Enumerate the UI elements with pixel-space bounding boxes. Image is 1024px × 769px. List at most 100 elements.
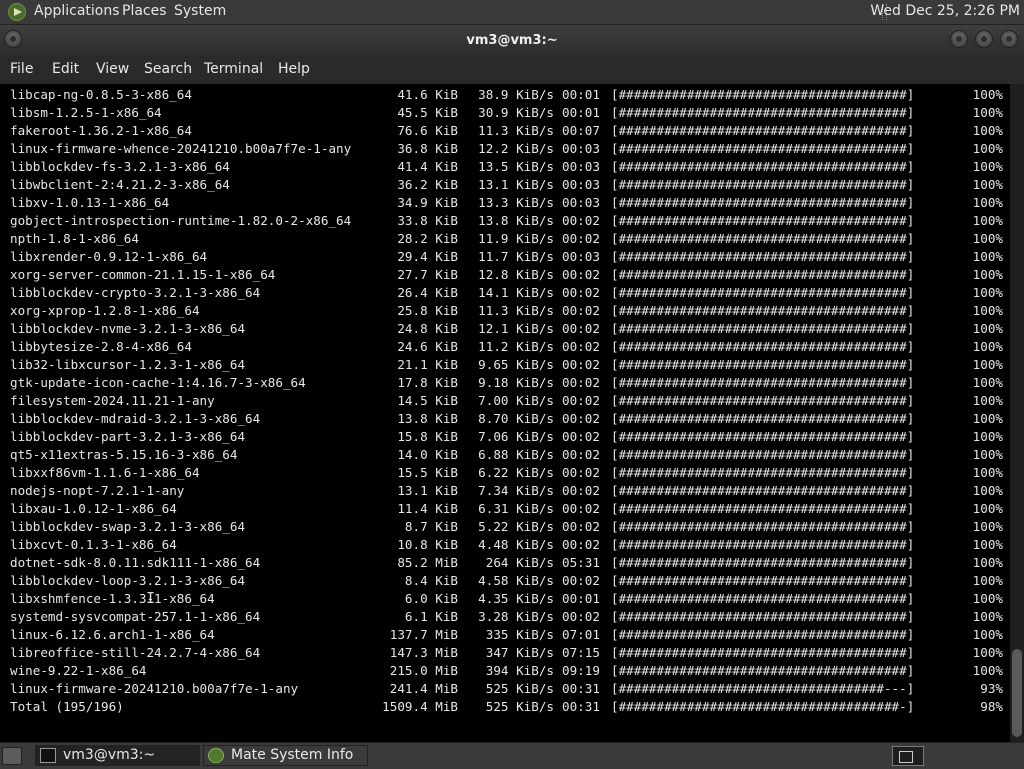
download-size: 241.4 MiB [389,681,458,696]
elapsed-time: 00:02 [562,519,600,534]
package-name: libblockdev-swap-3.2.1-3-x86_64 [10,519,246,534]
progress-bar: [######################################] [611,195,915,210]
progress-bar: [######################################] [611,357,915,372]
progress-percent: 100% [972,393,1003,408]
progress-percent: 100% [972,537,1003,552]
progress-bar: [######################################] [611,393,915,408]
package-name: gtk-update-icon-cache-1:4.16.7-3-x86_64 [10,375,306,390]
menu-search[interactable]: Search [144,61,192,77]
minimize-button[interactable] [950,30,968,48]
progress-bar: [######################################] [611,177,915,192]
menu-edit[interactable]: Edit [52,61,79,77]
elapsed-time: 00:02 [562,357,600,372]
progress-percent: 100% [972,159,1003,174]
menu-help[interactable]: Help [278,61,310,77]
download-size: 27.7 KiB [397,267,458,282]
ibeam-cursor-icon: I [146,589,156,607]
scrollbar-thumb[interactable] [1012,649,1022,737]
taskbar-item-system-info[interactable]: Mate System Info [203,745,368,766]
elapsed-time: 00:03 [562,159,600,174]
package-name: xorg-server-common-21.1.15-1-x86_64 [10,267,276,282]
download-rate: 30.9 KiB/s [478,105,554,120]
download-rate: 5.22 KiB/s [478,519,554,534]
terminal-line: filesystem-2024.11.21-1-any 14.5 KiB 7.00 … [10,392,1010,410]
progress-percent: 100% [972,501,1003,516]
package-name: libxshmfence-1.3.3-1-x86_64 [10,591,215,606]
download-rate: 12.8 KiB/s [478,267,554,282]
package-name: lib32-libxcursor-1.2.3-1-x86_64 [10,357,246,372]
close-button[interactable] [1000,30,1018,48]
elapsed-time: 00:02 [562,213,600,228]
package-name: libblockdev-nvme-3.2.1-3-x86_64 [10,321,246,336]
progress-percent: 100% [972,195,1003,210]
elapsed-time: 00:02 [562,465,600,480]
progress-percent: 100% [972,411,1003,426]
progress-percent: 100% [972,609,1003,624]
menu-view[interactable]: View [96,61,129,77]
elapsed-time: 00:02 [562,267,600,282]
download-rate: 11.9 KiB/s [478,231,554,246]
package-name: libxxf86vm-1.1.6-1-x86_64 [10,465,200,480]
progress-bar: [#####################################-] [611,699,915,714]
applications-menu[interactable]: Applications [34,3,120,19]
elapsed-time: 00:01 [562,591,600,606]
terminal-line: libblockdev-fs-3.2.1-3-x86_64 41.4 KiB 13.… [10,158,1010,176]
progress-bar: [######################################] [611,627,915,642]
download-size: 1509.4 MiB [382,699,458,714]
terminal-line: xorg-xprop-1.2.8-1-x86_64 25.8 KiB 11.3 Ki… [10,302,1010,320]
menu-file[interactable]: File [10,61,33,77]
progress-percent: 100% [972,213,1003,228]
progress-percent: 100% [972,177,1003,192]
download-size: 41.4 KiB [397,159,458,174]
mate-system-info-icon [208,748,224,763]
terminal-output[interactable]: libcap-ng-0.8.5-3-x86_64 41.6 KiB 38.9 KiB… [0,84,1010,742]
download-rate: 7.34 KiB/s [478,483,554,498]
download-rate: 7.06 KiB/s [478,429,554,444]
terminal-scrollbar[interactable] [1010,84,1024,742]
package-name: filesystem-2024.11.21-1-any [10,393,215,408]
progress-bar: [######################################] [611,645,915,660]
download-size: 8.7 KiB [404,519,458,534]
taskbar-item-label: Mate System Info [231,747,354,763]
taskbar-item-terminal[interactable]: vm3@vm3:~ [35,745,200,766]
menu-terminal[interactable]: Terminal [204,61,263,77]
package-name: libxv-1.0.13-1-x86_64 [10,195,170,210]
download-rate: 13.5 KiB/s [478,159,554,174]
download-rate: 11.3 KiB/s [478,123,554,138]
download-size: 15.8 KiB [397,429,458,444]
package-name: libblockdev-loop-3.2.1-3-x86_64 [10,573,246,588]
progress-percent: 100% [972,321,1003,336]
download-rate: 38.9 KiB/s [478,87,554,102]
mate-logo-icon[interactable] [8,3,26,21]
progress-bar: [######################################] [611,375,915,390]
package-name: gobject-introspection-runtime-1.82.0-2-x… [10,213,352,228]
progress-percent: 100% [972,519,1003,534]
progress-percent: 100% [972,375,1003,390]
progress-percent: 100% [972,123,1003,138]
places-menu[interactable]: Places [122,3,167,19]
terminal-line: libblockdev-part-3.2.1-3-x86_64 15.8 KiB 7… [10,428,1010,446]
window-titlebar[interactable]: vm3@vm3:~ [0,25,1024,56]
show-desktop-icon[interactable] [2,747,22,765]
maximize-button[interactable] [975,30,993,48]
download-size: 8.4 KiB [404,573,458,588]
progress-percent: 100% [972,87,1003,102]
clock[interactable]: Wed Dec 25, 2:26 PM [870,3,1020,19]
download-size: 76.6 KiB [397,123,458,138]
progress-percent: 100% [972,627,1003,642]
system-menu[interactable]: System [174,3,226,19]
progress-percent: 100% [972,429,1003,444]
download-rate: 347 KiB/s [485,645,554,660]
workspace-switcher[interactable] [892,746,924,766]
elapsed-time: 00:02 [562,231,600,246]
download-rate: 11.2 KiB/s [478,339,554,354]
elapsed-time: 00:02 [562,483,600,498]
download-size: 215.0 MiB [389,663,458,678]
download-rate: 6.31 KiB/s [478,501,554,516]
download-size: 10.8 KiB [397,537,458,552]
progress-percent: 100% [972,285,1003,300]
progress-bar: [######################################] [611,159,915,174]
download-size: 14.0 KiB [397,447,458,462]
terminal-line: libblockdev-swap-3.2.1-3-x86_64 8.7 KiB 5.… [10,518,1010,536]
terminal-line: npth-1.8-1-x86_64 28.2 KiB 11.9 KiB/s 00:02… [10,230,1010,248]
